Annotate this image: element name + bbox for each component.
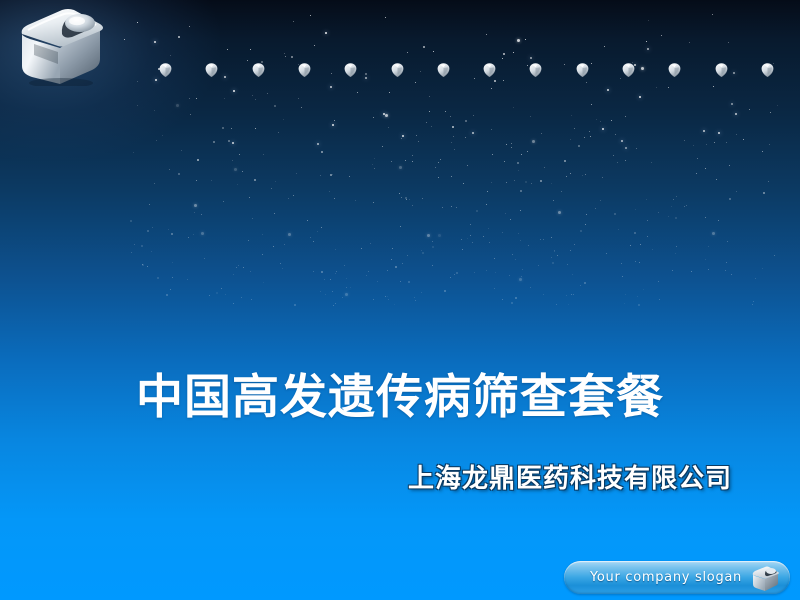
- company-name-subtitle: 上海龙鼎医药科技有限公司: [407, 464, 732, 494]
- slogan-text: Your company slogan: [589, 570, 742, 585]
- silver-gem-icon: [714, 62, 729, 78]
- silver-gem-icon: [667, 62, 682, 78]
- subtitle-block: 上海龙鼎医药科技有限公司: [0, 458, 800, 495]
- silver-gem-icon: [760, 62, 775, 78]
- silver-gem-icon: [621, 62, 636, 78]
- slogan-banner[interactable]: Your company slogan: [564, 561, 790, 594]
- presentation-slide: 中国高发遗传病筛查套餐 上海龙鼎医药科技有限公司 Your company sl…: [0, 0, 800, 600]
- silver-gem-icon: [158, 62, 173, 78]
- silver-gem-icon: [390, 62, 405, 78]
- silver-gem-icon: [575, 62, 590, 78]
- silver-gem-icon: [251, 62, 266, 78]
- silver-gem-icon: [297, 62, 312, 78]
- silver-gem-icon: [528, 62, 543, 78]
- page-title: 中国高发遗传病筛查套餐: [136, 370, 664, 425]
- chrome-cube-small-icon: [750, 565, 780, 591]
- silver-gem-icon: [343, 62, 358, 78]
- title-block: 中国高发遗传病筛查套餐: [0, 370, 800, 425]
- silver-gem-icon: [204, 62, 219, 78]
- particle-starfield: [0, 0, 800, 600]
- gem-decoration-row: [0, 62, 800, 86]
- silver-gem-icon: [482, 62, 497, 78]
- silver-gem-icon: [436, 62, 451, 78]
